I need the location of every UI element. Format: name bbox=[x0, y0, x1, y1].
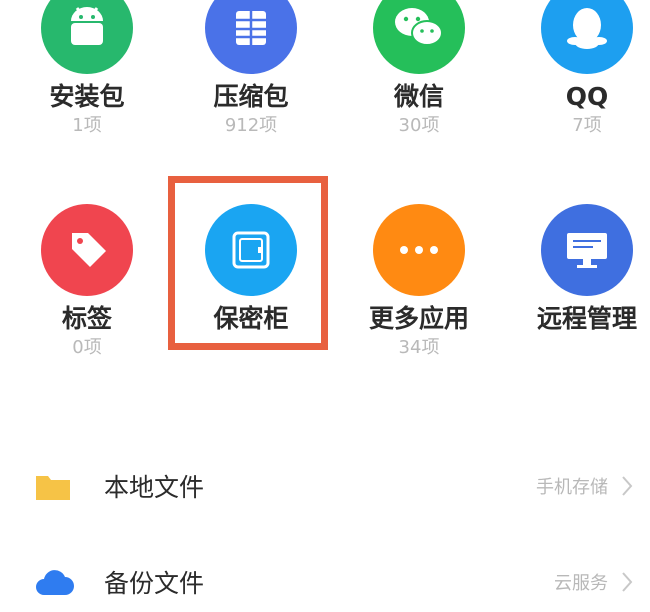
wechat-icon bbox=[395, 8, 443, 46]
more-dots-icon bbox=[400, 246, 438, 254]
qq-penguin-icon bbox=[567, 8, 607, 49]
remote-circle bbox=[541, 204, 633, 296]
tile-label: 压缩包 bbox=[213, 82, 289, 111]
tile-more-apps[interactable]: 更多应用 34项 bbox=[344, 204, 494, 374]
qq-circle bbox=[541, 0, 633, 74]
tile-remote[interactable]: 远程管理 bbox=[512, 204, 650, 374]
row-backup-files[interactable]: 备份文件 云服务 bbox=[0, 552, 650, 612]
cloud-icon bbox=[36, 570, 74, 595]
tags-circle bbox=[41, 204, 133, 296]
tile-count: 0项 bbox=[72, 337, 102, 358]
tile-count: 912项 bbox=[224, 115, 278, 136]
chevron-right-icon bbox=[622, 476, 633, 496]
tile-archive[interactable]: 压缩包 912项 bbox=[176, 0, 326, 152]
archive-icon bbox=[236, 11, 266, 45]
tile-qq[interactable]: QQ 7项 bbox=[512, 0, 650, 152]
tile-count: 7项 bbox=[572, 115, 602, 136]
tile-label: 安装包 bbox=[49, 82, 125, 111]
tile-count: 1项 bbox=[72, 115, 102, 136]
tile-wechat[interactable]: 微信 30项 bbox=[344, 0, 494, 152]
tile-count: 30项 bbox=[398, 115, 440, 136]
tile-label: QQ bbox=[565, 82, 609, 111]
tag-icon bbox=[72, 233, 106, 267]
tile-label: 更多应用 bbox=[368, 304, 469, 333]
monitor-icon bbox=[567, 233, 607, 268]
tile-label: 标签 bbox=[61, 304, 112, 333]
row-sub: 手机存储 bbox=[536, 477, 608, 498]
tile-label: 远程管理 bbox=[536, 304, 637, 333]
chevron-right-icon bbox=[622, 572, 633, 592]
folder-icon bbox=[36, 476, 70, 500]
row-local-files[interactable]: 本地文件 手机存储 bbox=[0, 456, 650, 516]
row-sub: 云服务 bbox=[554, 573, 608, 594]
wechat-circle bbox=[373, 0, 465, 74]
android-icon bbox=[71, 7, 103, 45]
apk-circle bbox=[41, 0, 133, 74]
tile-count: 34项 bbox=[398, 337, 440, 358]
row-label: 本地文件 bbox=[104, 473, 205, 502]
tile-label: 微信 bbox=[393, 82, 444, 111]
archive-circle bbox=[205, 0, 297, 74]
tile-tags[interactable]: 标签 0项 bbox=[12, 204, 162, 374]
tile-apk[interactable]: 安装包 1项 bbox=[12, 0, 162, 152]
more-apps-circle bbox=[373, 204, 465, 296]
row-label: 备份文件 bbox=[104, 569, 205, 598]
highlight-box bbox=[168, 176, 328, 350]
